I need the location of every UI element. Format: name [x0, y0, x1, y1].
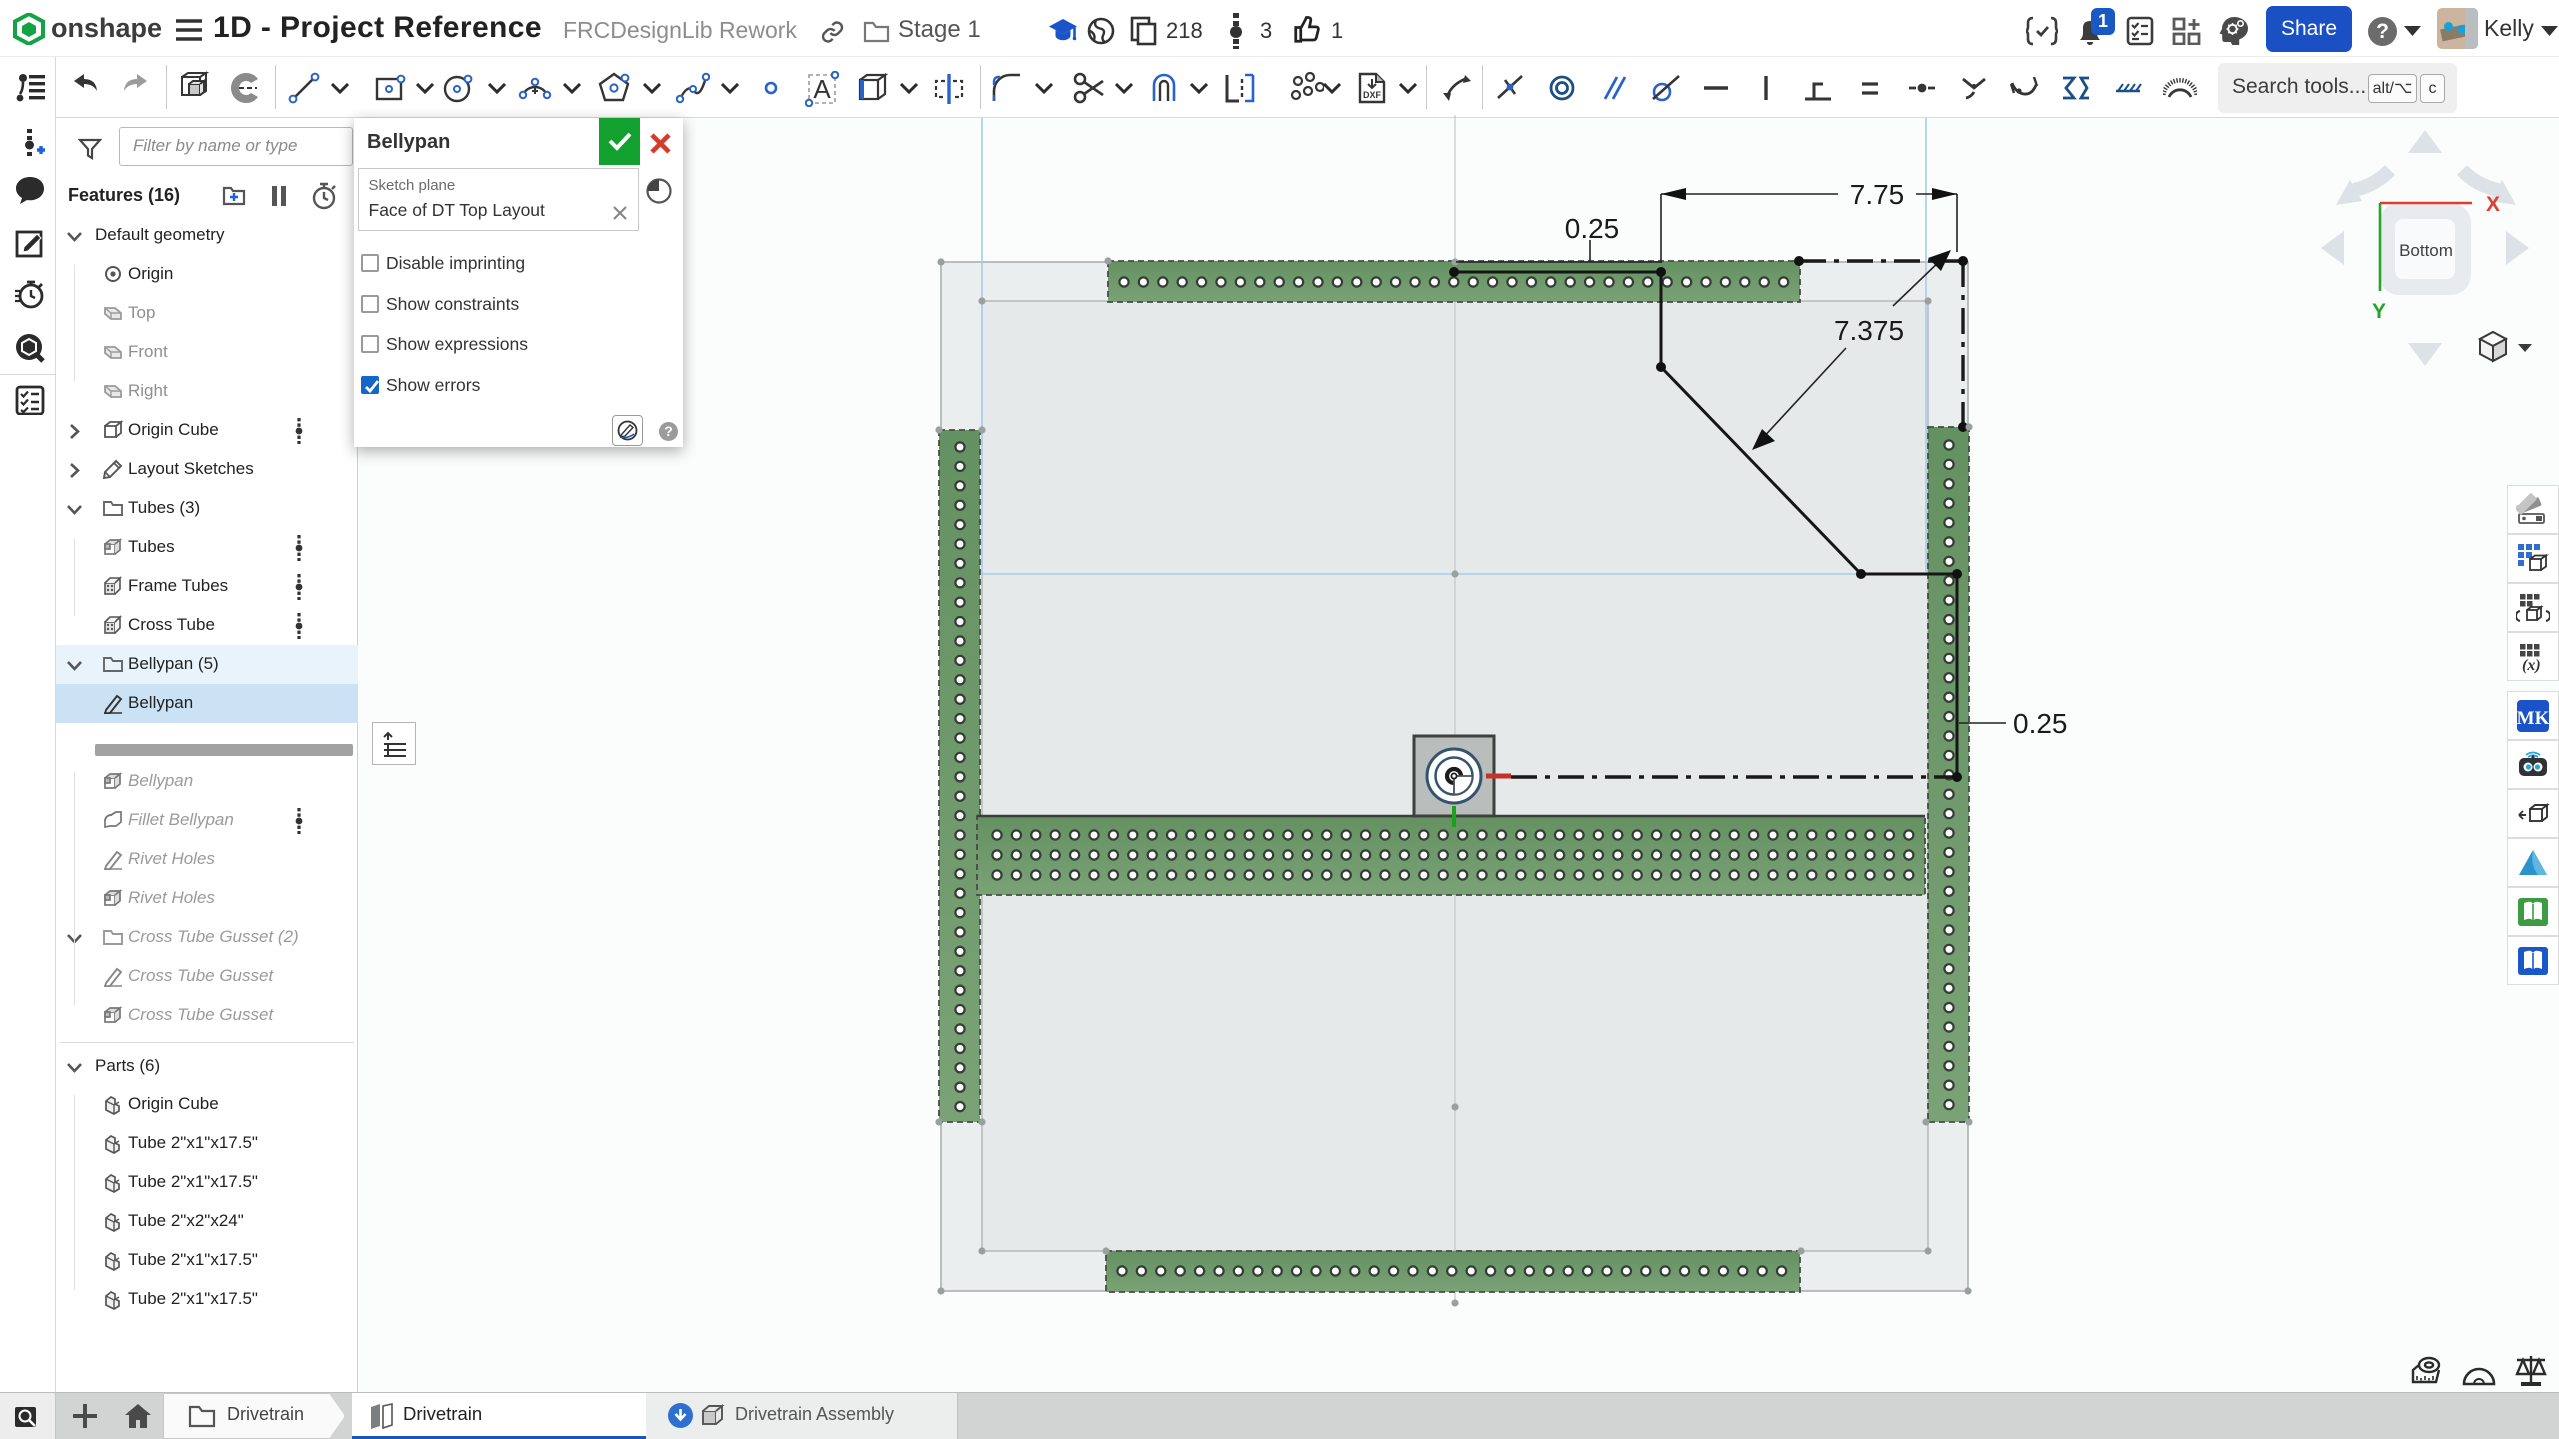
svg-text:7.375: 7.375 [1834, 315, 1904, 346]
svg-text:X: X [2486, 193, 2500, 216]
svg-text:Bottom: Bottom [2399, 241, 2453, 260]
svg-text:7.75: 7.75 [1850, 179, 1905, 210]
svg-text:(x): (x) [2522, 657, 2541, 674]
svg-text:Y: Y [2372, 300, 2386, 323]
svg-text:0.25: 0.25 [2013, 708, 2068, 739]
svg-text:MK: MK [2517, 708, 2550, 729]
svg-text:0.25: 0.25 [1565, 213, 1620, 244]
